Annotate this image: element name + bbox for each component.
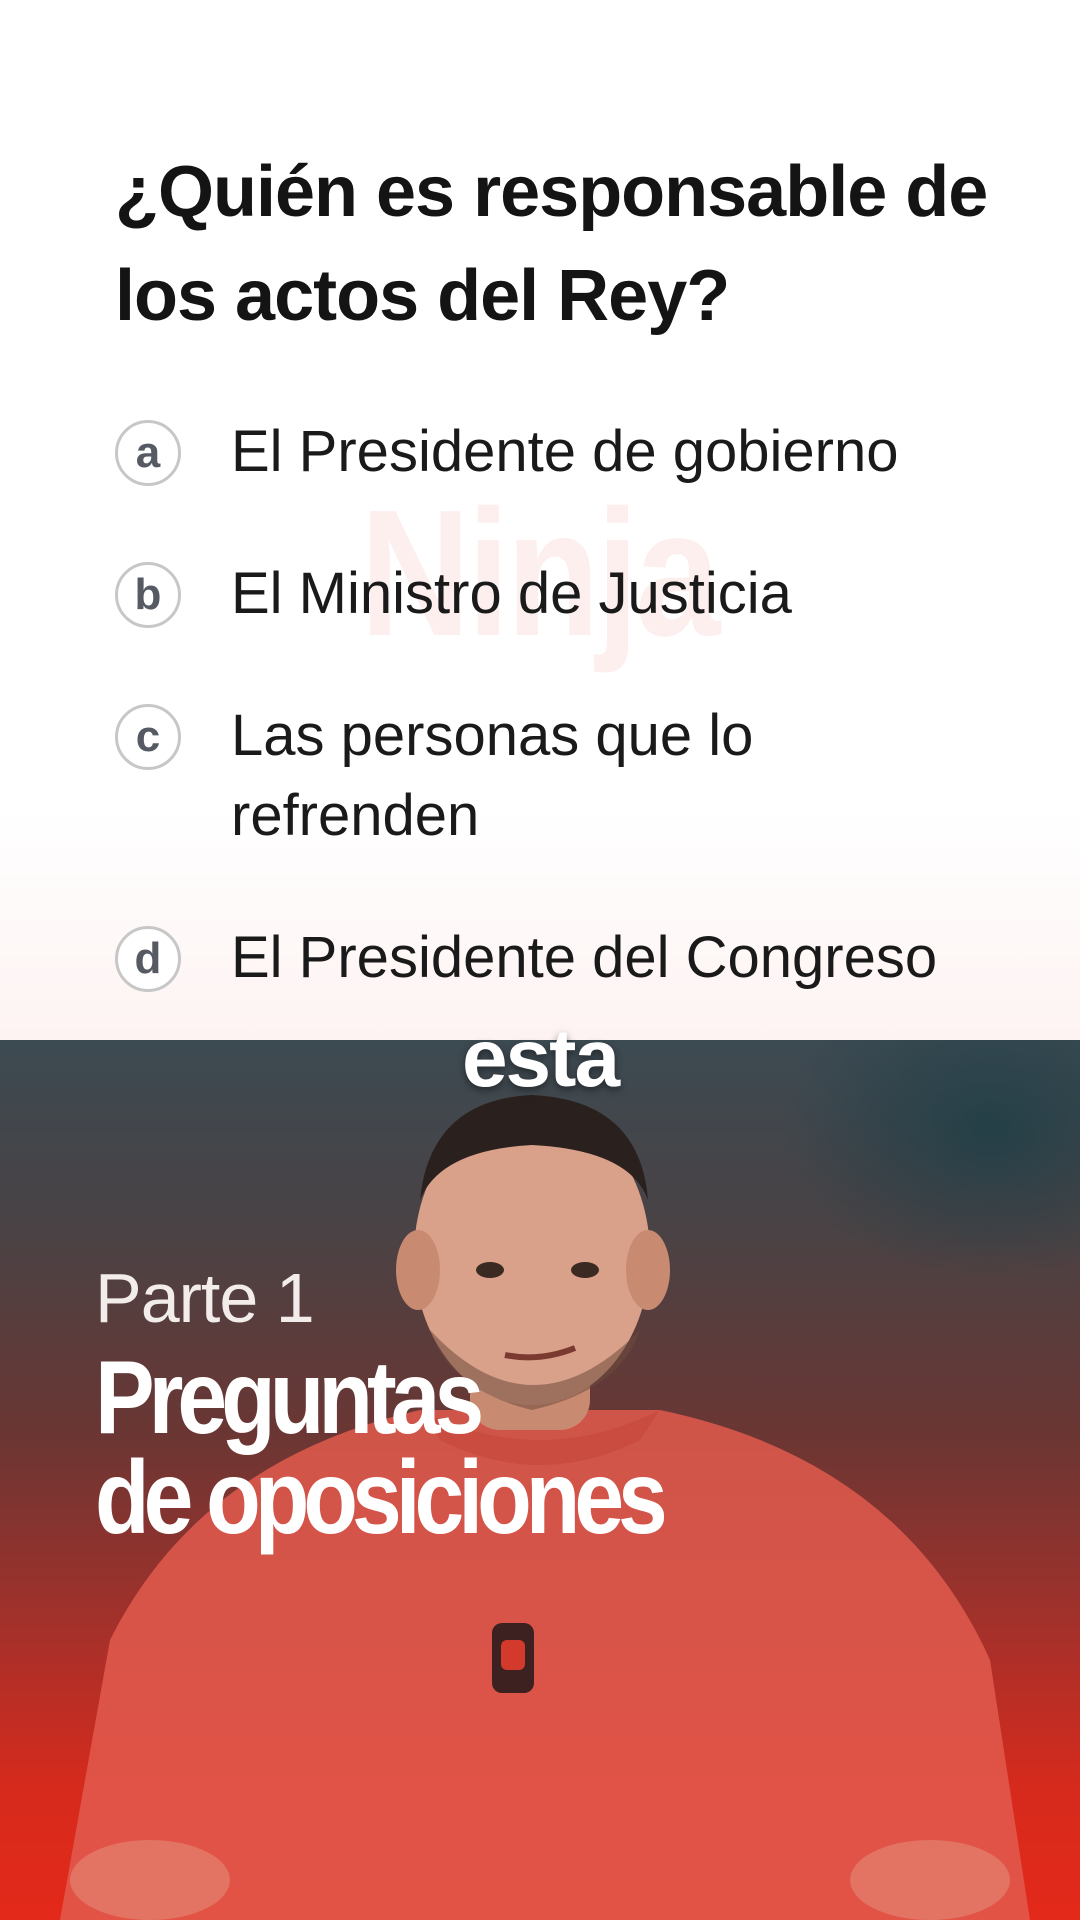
option-b[interactable]: b El Ministro de Justicia <box>115 554 1015 634</box>
option-letter-d: d <box>115 926 181 992</box>
series-title: Preguntas de oposiciones <box>95 1346 668 1550</box>
option-text-b: El Ministro de Justicia <box>231 561 792 626</box>
series-title-line2: de oposiciones <box>95 1440 668 1556</box>
subtitle-caption: esta <box>461 1013 620 1104</box>
option-text-c: Las personas que lo refrenden <box>231 703 754 848</box>
option-text-a: El Presidente de gobierno <box>231 419 899 484</box>
page: Ninja ¿Quién es responsable de los actos… <box>0 0 1080 1920</box>
quiz-card: Ninja ¿Quién es responsable de los actos… <box>0 0 1080 1040</box>
option-c[interactable]: c Las personas que lo refrenden <box>115 696 1015 856</box>
option-letter-a: a <box>115 420 181 486</box>
series-title-line1: Preguntas <box>95 1340 484 1456</box>
option-a[interactable]: a El Presidente de gobierno <box>115 412 1015 492</box>
option-letter-b: b <box>115 562 181 628</box>
option-letter-c: c <box>115 704 181 770</box>
option-d[interactable]: d El Presidente del Congreso <box>115 918 1015 998</box>
option-text-d: El Presidente del Congreso <box>231 925 938 990</box>
question-text: ¿Quién es responsable de los actos del R… <box>115 152 988 336</box>
part-label: Parte 1 <box>95 1259 315 1337</box>
